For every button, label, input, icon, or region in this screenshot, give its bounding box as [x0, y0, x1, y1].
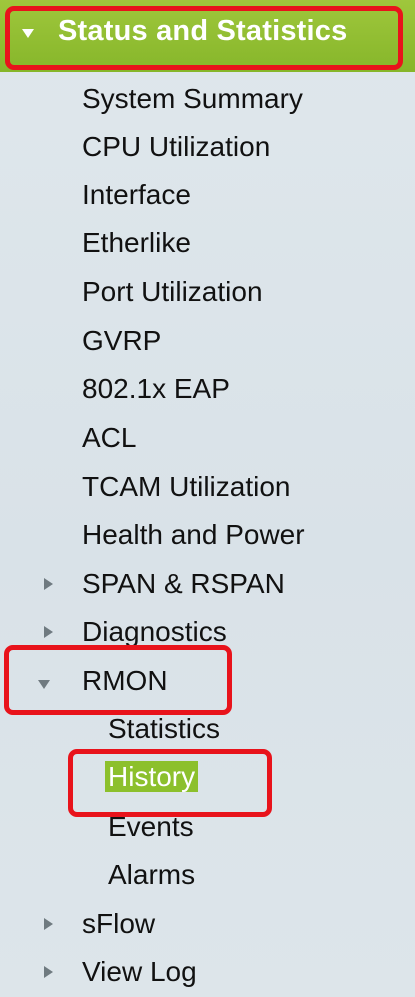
- menu-item-events[interactable]: Events: [108, 810, 194, 844]
- expand-right-icon[interactable]: [44, 966, 53, 978]
- status-and-statistics-header[interactable]: Status and Statistics: [0, 0, 415, 72]
- menu-item-tcam-utilization[interactable]: TCAM Utilization: [82, 470, 290, 504]
- menu-item-sflow[interactable]: sFlow: [82, 907, 155, 941]
- menu-item-acl[interactable]: ACL: [82, 421, 136, 455]
- navigation-tree: Status and Statistics System Summary CPU…: [0, 0, 415, 997]
- menu-item-system-summary[interactable]: System Summary: [82, 82, 303, 116]
- expand-right-icon[interactable]: [44, 918, 53, 930]
- expand-right-icon[interactable]: [44, 578, 53, 590]
- menu-item-diagnostics[interactable]: Diagnostics: [82, 615, 227, 649]
- menu-item-802-1x-eap[interactable]: 802.1x EAP: [82, 372, 230, 406]
- menu-item-statistics[interactable]: Statistics: [108, 712, 220, 746]
- menu-item-etherlike[interactable]: Etherlike: [82, 226, 191, 260]
- menu-item-gvrp[interactable]: GVRP: [82, 324, 161, 358]
- menu-item-alarms[interactable]: Alarms: [108, 858, 195, 892]
- menu-item-health-and-power[interactable]: Health and Power: [82, 518, 305, 552]
- expand-right-icon[interactable]: [44, 626, 53, 638]
- selected-history-label: History: [105, 761, 199, 792]
- expand-down-icon: [22, 29, 34, 38]
- menu-item-port-utilization[interactable]: Port Utilization: [82, 275, 263, 309]
- menu-item-cpu-utilization[interactable]: CPU Utilization: [82, 130, 270, 164]
- expand-down-icon[interactable]: [38, 680, 50, 689]
- menu-item-rmon[interactable]: RMON: [82, 664, 168, 698]
- menu-item-interface[interactable]: Interface: [82, 178, 191, 212]
- menu-item-history[interactable]: History: [105, 760, 199, 794]
- menu-item-view-log[interactable]: View Log: [82, 955, 197, 989]
- header-title: Status and Statistics: [58, 15, 348, 47]
- menu-item-span-rspan[interactable]: SPAN & RSPAN: [82, 567, 285, 601]
